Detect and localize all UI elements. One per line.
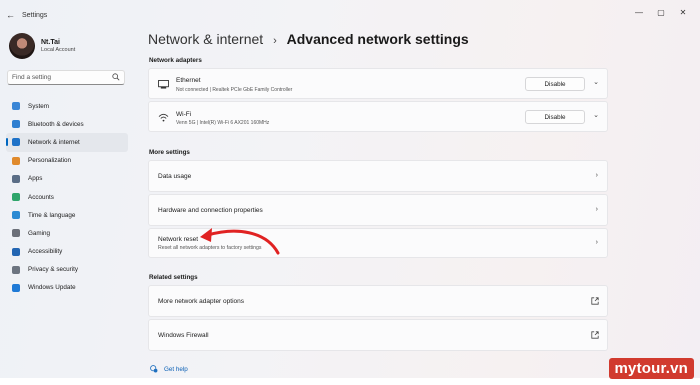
adapter-detail: Venn 5G | Intel(R) Wi-Fi 6 AX201 160MHz [176,120,270,126]
get-help-label: Get help [164,365,188,373]
system-icon [12,102,20,111]
sidebar-item-windows-update[interactable]: Windows Update [6,279,128,297]
windows-firewall-row[interactable]: Windows Firewall [148,319,608,351]
sidebar-item-label: Windows Update [28,284,76,292]
adapter-name: Ethernet [176,77,201,84]
sidebar-item-label: Network & internet [28,138,80,146]
app-title: Settings [22,12,48,19]
settings-window: ← Settings — ▢ ✕ Nt.Tai Local Account Fi… [0,0,700,378]
external-link-icon [591,331,599,339]
window-controls: — ▢ ✕ [628,6,694,20]
sidebar-item-label: Time & language [28,211,76,219]
section-network-adapters: Network adapters [149,57,202,64]
profile-account-type: Local Account [41,47,76,53]
help-icon [150,365,158,373]
wifi-signal-icon [158,113,169,122]
sidebar-item-label: Gaming [28,229,51,237]
adapter-detail: Not connected | Realtek PCIe GbE Family … [176,87,293,93]
sidebar-item-label: Apps [28,175,43,183]
sidebar-item-label: Personalization [28,157,72,165]
gaming-icon [12,229,20,238]
sidebar-nav: System Bluetooth & devices Network & inter… [6,97,128,297]
wifi-icon [12,138,20,147]
data-usage-row[interactable]: Data usage › [148,160,608,192]
search-icon [112,73,120,81]
search-input[interactable]: Find a setting [7,70,125,85]
get-help-link[interactable]: Get help [150,365,188,373]
sidebar-item-label: Privacy & security [28,266,79,274]
external-link-icon [591,297,599,305]
page-title: Advanced network settings [286,31,469,47]
bluetooth-icon [12,120,20,129]
breadcrumb-parent[interactable]: Network & internet [148,31,263,47]
sidebar-item-network-internet[interactable]: Network & internet [6,133,128,152]
search-placeholder: Find a setting [12,74,52,81]
row-title: Windows Firewall [158,332,209,339]
sidebar-item-label: Accessibility [28,248,63,256]
adapter-name: Wi-Fi [176,111,192,118]
sidebar-item-label: Bluetooth & devices [28,120,84,128]
close-icon[interactable]: ✕ [672,6,694,20]
row-title: More network adapter options [158,298,244,305]
watermark-logo: mytour.vn [608,358,694,379]
sidebar-item-system[interactable]: System [6,97,128,115]
sidebar-item-apps[interactable]: Apps [6,170,128,188]
brush-icon [12,156,20,165]
maximize-icon[interactable]: ▢ [650,6,672,20]
ethernet-icon [158,80,169,89]
user-profile[interactable]: Nt.Tai Local Account [9,33,75,59]
wifi-adapter-card[interactable]: Wi-Fi Venn 5G | Intel(R) Wi-Fi 6 AX201 1… [148,101,608,132]
chevron-right-icon: › [595,206,598,213]
sidebar-item-label: Accounts [28,193,54,201]
section-more-settings: More settings [149,149,190,156]
sidebar-item-privacy-security[interactable]: Privacy & security [6,261,128,279]
update-icon [12,283,20,292]
more-adapter-options-row[interactable]: More network adapter options [148,285,608,317]
sidebar-item-label: System [28,102,49,110]
globe-clock-icon [12,211,20,220]
annotation-arrow-icon [200,228,280,255]
breadcrumb: Network & internet › Advanced network se… [148,31,469,47]
accounts-icon [12,193,20,202]
chevron-right-icon: › [595,172,598,179]
sidebar-item-gaming[interactable]: Gaming [6,224,128,242]
chevron-right-icon: › [595,239,598,246]
back-arrow-icon[interactable]: ← [6,10,15,20]
title-bar: ← Settings — ▢ ✕ [0,0,700,30]
row-title: Data usage [158,173,192,180]
accessibility-icon [12,247,20,256]
breadcrumb-separator: › [273,35,277,47]
wifi-disable-button[interactable]: Disable [525,110,585,124]
section-related-settings: Related settings [149,274,198,281]
minimize-icon[interactable]: — [628,6,650,20]
row-title: Hardware and connection properties [158,207,263,214]
sidebar-item-time-language[interactable]: Time & language [6,206,128,224]
profile-name: Nt.Tai [41,39,60,46]
sidebar-item-bluetooth-devices[interactable]: Bluetooth & devices [6,115,128,133]
chevron-down-icon[interactable]: ⌄ [593,111,599,119]
sidebar-item-accounts[interactable]: Accounts [6,188,128,206]
row-title: Network reset [158,236,199,243]
apps-icon [12,174,20,183]
sidebar-item-personalization[interactable]: Personalization [6,152,128,170]
ethernet-disable-button[interactable]: Disable [525,77,585,91]
shield-icon [12,265,20,274]
chevron-down-icon[interactable]: ⌄ [593,78,599,86]
hardware-properties-row[interactable]: Hardware and connection properties › [148,194,608,226]
ethernet-adapter-card[interactable]: Ethernet Not connected | Realtek PCIe Gb… [148,68,608,99]
sidebar-item-accessibility[interactable]: Accessibility [6,243,128,261]
avatar [9,33,35,59]
